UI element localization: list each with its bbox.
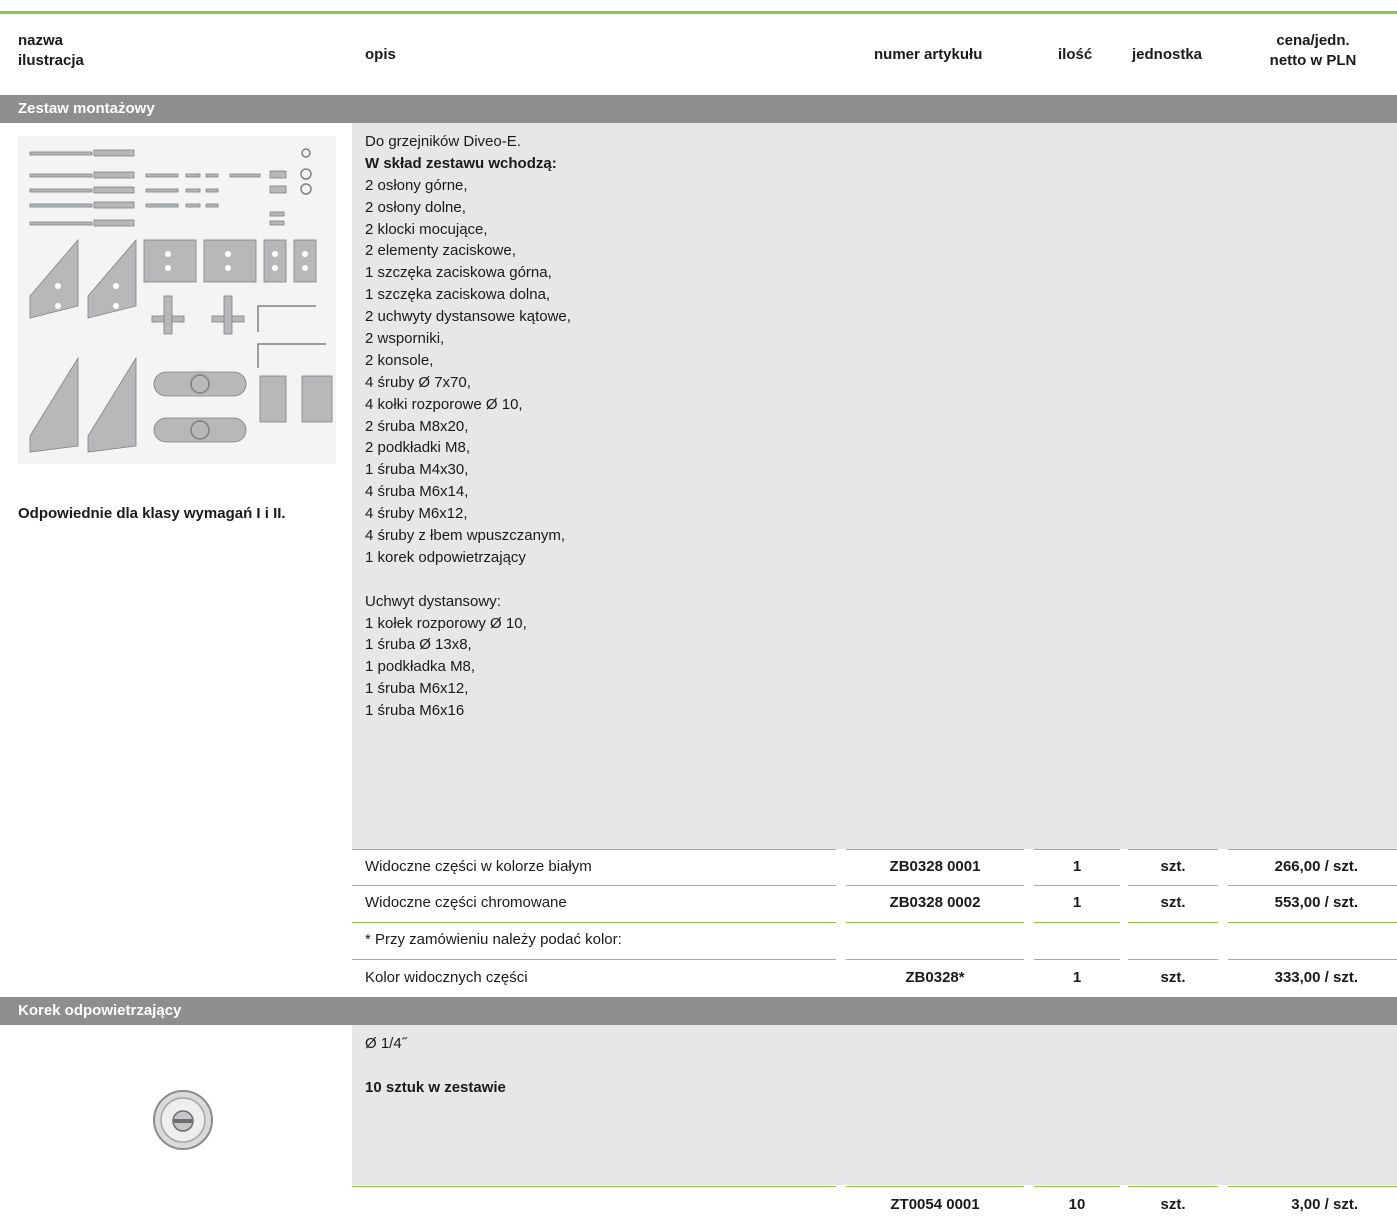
bleed-plug-image [153, 1090, 213, 1150]
row-divider [1034, 959, 1120, 960]
row-quantity: 1 [1072, 858, 1082, 875]
row-divider [1034, 1186, 1120, 1187]
row-quantity: 1 [1072, 969, 1082, 986]
row-article-number: ZT0054 0001 [890, 1196, 980, 1213]
row-divider [352, 885, 836, 886]
header-col-name-line1: nazwa [18, 32, 64, 49]
description-line [365, 1055, 506, 1077]
description-line: 1 śruba Ø 13x8, [365, 636, 472, 654]
row-divider [1228, 849, 1397, 850]
mounting-kit-description: Do grzejników Diveo-E. W skład zestawu wc… [365, 131, 571, 722]
row-divider [846, 849, 1024, 850]
row-unit: szt. [1160, 858, 1186, 875]
row-description: Widoczne części chromowane [365, 894, 567, 911]
row-quantity: 1 [1072, 894, 1082, 911]
row-divider [846, 959, 1024, 960]
row-divider [352, 922, 836, 923]
description-line: 2 podkładki M8, [365, 439, 471, 457]
row-divider [352, 1186, 836, 1187]
row-article-number: ZB0328 0002 [889, 894, 981, 911]
section-title: Zestaw montażowy [18, 100, 155, 117]
description-line: 1 śruba M4x30, [365, 461, 469, 479]
description-line: 4 śruby Ø 7x70, [365, 373, 471, 391]
description-line: 2 wsporniki, [365, 330, 445, 348]
mounting-kit-image [29, 148, 333, 453]
description-line: Do grzejników Diveo-E. [365, 133, 521, 150]
row-divider [1034, 885, 1120, 886]
header-col-article: numer artykułu [874, 46, 983, 63]
description-panel [352, 1025, 1397, 1185]
row-divider [352, 849, 836, 850]
row-unit: szt. [1160, 1196, 1186, 1213]
header-col-price-line1: cena/jedn. [1276, 32, 1350, 49]
row-divider [1228, 922, 1397, 923]
description-line: 4 śruby M6x12, [365, 505, 468, 523]
row-price: 3,00 / szt. [1291, 1196, 1358, 1213]
row-divider [846, 1186, 1024, 1187]
row-quantity: 10 [1068, 1196, 1086, 1213]
description-line: Uchwyt dystansowy: [365, 592, 501, 610]
header-col-desc: opis [365, 46, 396, 63]
description-line: W skład zestawu wchodzą: [365, 154, 557, 172]
description-line [365, 569, 571, 591]
section-title-bar: Zestaw montażowy [0, 95, 1397, 123]
description-line: 1 kołek rozporowy Ø 10, [365, 614, 527, 632]
description-line: 2 uchwyty dystansowe kątowe, [365, 308, 571, 326]
bleed-plug-description: Ø 1/4˝ 10 sztuk w zestawie [365, 1033, 506, 1099]
header-col-price-line2: netto w PLN [1269, 52, 1357, 69]
description-line: Ø 1/4˝ [365, 1035, 407, 1052]
row-divider [1128, 849, 1218, 850]
bleed-plug-illustration [150, 1087, 216, 1153]
mounting-kit-illustration [18, 136, 336, 464]
description-line: 2 osłony dolne, [365, 198, 466, 216]
row-unit: szt. [1160, 969, 1186, 986]
description-line: 4 śruby z łbem wpuszczanym, [365, 527, 566, 545]
header-col-qty: ilość [1058, 46, 1093, 63]
row-divider [1128, 959, 1218, 960]
row-price: 553,00 / szt. [1274, 894, 1358, 911]
row-price: 333,00 / szt. [1274, 969, 1358, 986]
description-line: 1 śruba M6x16 [365, 702, 465, 720]
row-divider [846, 885, 1024, 886]
description-line: 2 śruba M8x20, [365, 417, 469, 435]
row-divider [1034, 849, 1120, 850]
section-title-bar: Korek odpowietrzający [0, 997, 1397, 1025]
row-divider [1034, 922, 1120, 923]
requirement-class-note: Odpowiednie dla klasy wymagań I i II. [18, 505, 286, 522]
description-line: 1 korek odpowietrzający [365, 548, 526, 566]
row-divider [1128, 1186, 1218, 1187]
description-line: 2 osłony górne, [365, 176, 468, 194]
row-divider [1228, 885, 1397, 886]
header-col-price: cena/jedn. netto w PLN [1258, 31, 1368, 71]
description-line: 2 elementy zaciskowe, [365, 242, 516, 260]
row-divider [1128, 922, 1218, 923]
row-article-number: ZB0328 0001 [889, 858, 981, 875]
description-line: 10 sztuk w zestawie [365, 1078, 506, 1096]
row-divider [1228, 959, 1397, 960]
header-col-name-line2: ilustracja [18, 52, 84, 69]
description-line: 2 konsole, [365, 351, 434, 369]
row-article-number: ZB0328* [905, 969, 965, 986]
row-unit: szt. [1160, 894, 1186, 911]
top-accent-line [0, 11, 1397, 14]
header-col-name: nazwa ilustracja [18, 31, 84, 71]
section-title: Korek odpowietrzający [18, 1002, 182, 1019]
row-price: 266,00 / szt. [1274, 858, 1358, 875]
description-line: 2 klocki mocujące, [365, 220, 488, 238]
row-description: * Przy zamówieniu należy podać kolor: [365, 931, 622, 948]
row-divider [846, 922, 1024, 923]
header-col-unit: jednostka [1132, 46, 1203, 63]
description-line: 1 podkładka M8, [365, 658, 476, 676]
row-divider [352, 959, 836, 960]
row-description: Kolor widocznych części [365, 969, 528, 986]
row-divider [1128, 885, 1218, 886]
row-description: Widoczne części w kolorze białym [365, 858, 592, 875]
description-line: 4 śruba M6x14, [365, 483, 469, 501]
row-divider [1228, 1186, 1397, 1187]
description-line: 1 szczęka zaciskowa dolna, [365, 286, 551, 304]
description-line: 1 szczęka zaciskowa górna, [365, 264, 552, 282]
description-line: 4 kołki rozporowe Ø 10, [365, 395, 523, 413]
description-line: 1 śruba M6x12, [365, 680, 469, 698]
